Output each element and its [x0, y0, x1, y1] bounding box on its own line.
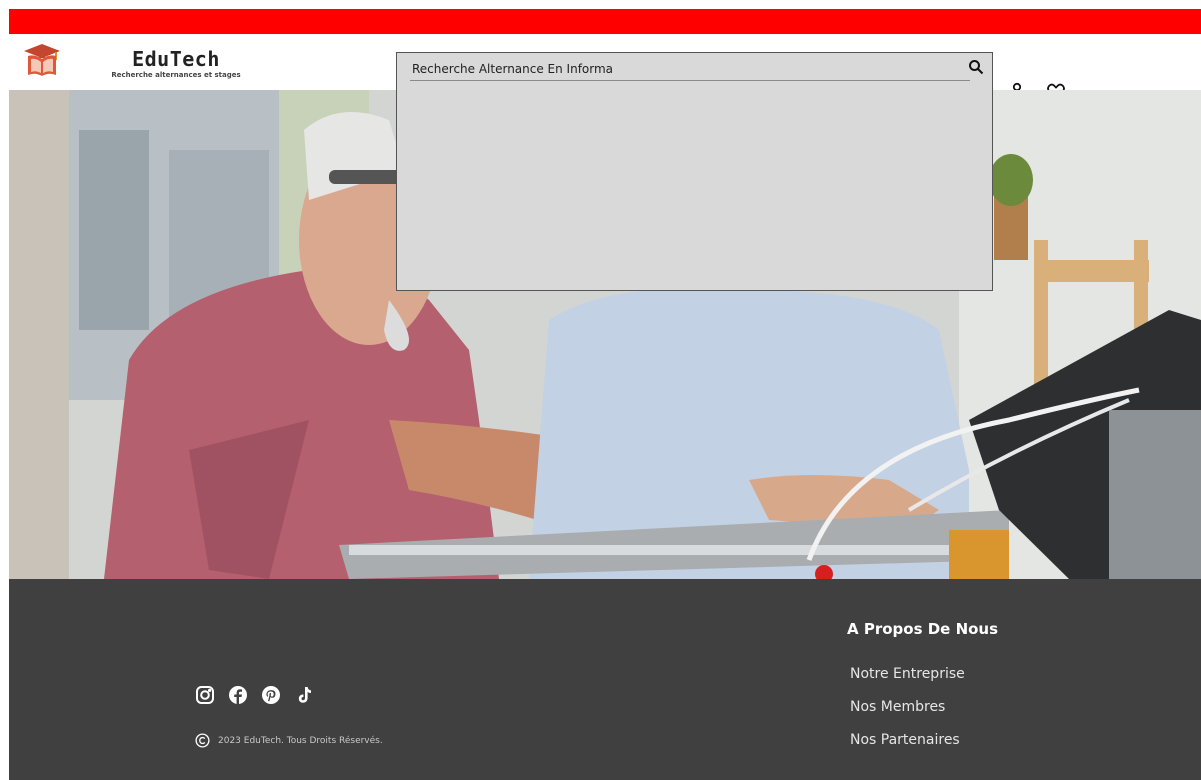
copyright-text: 2023 EduTech. Tous Droits Réservés.: [218, 735, 383, 746]
link-nos-membres[interactable]: Nos Membres: [850, 699, 945, 715]
tiktok-icon[interactable]: [294, 685, 314, 705]
link-notre-entreprise[interactable]: Notre Entreprise: [850, 666, 965, 682]
search-icon[interactable]: [968, 59, 984, 75]
social-links: [195, 685, 314, 705]
page: EduTech Recherche alternances et stages: [9, 9, 1201, 780]
search-input[interactable]: [410, 58, 970, 81]
copyright-icon: [195, 733, 210, 748]
search-dropdown-panel[interactable]: [396, 52, 993, 291]
brand-name: EduTech: [132, 47, 220, 71]
footer: 2023 EduTech. Tous Droits Réservés. A Pr…: [9, 579, 1201, 780]
top-banner: [9, 9, 1201, 34]
pinterest-icon[interactable]: [261, 685, 281, 705]
link-nos-partenaires[interactable]: Nos Partenaires: [850, 732, 960, 748]
instagram-icon[interactable]: [195, 685, 215, 705]
graduation-cap-book-logo-icon[interactable]: [22, 42, 62, 78]
brand-tagline: Recherche alternances et stages: [111, 71, 241, 79]
facebook-icon[interactable]: [228, 685, 248, 705]
about-title: A Propos De Nous: [847, 620, 999, 638]
brand[interactable]: EduTech Recherche alternances et stages: [106, 48, 246, 79]
copyright: 2023 EduTech. Tous Droits Réservés.: [195, 733, 383, 748]
